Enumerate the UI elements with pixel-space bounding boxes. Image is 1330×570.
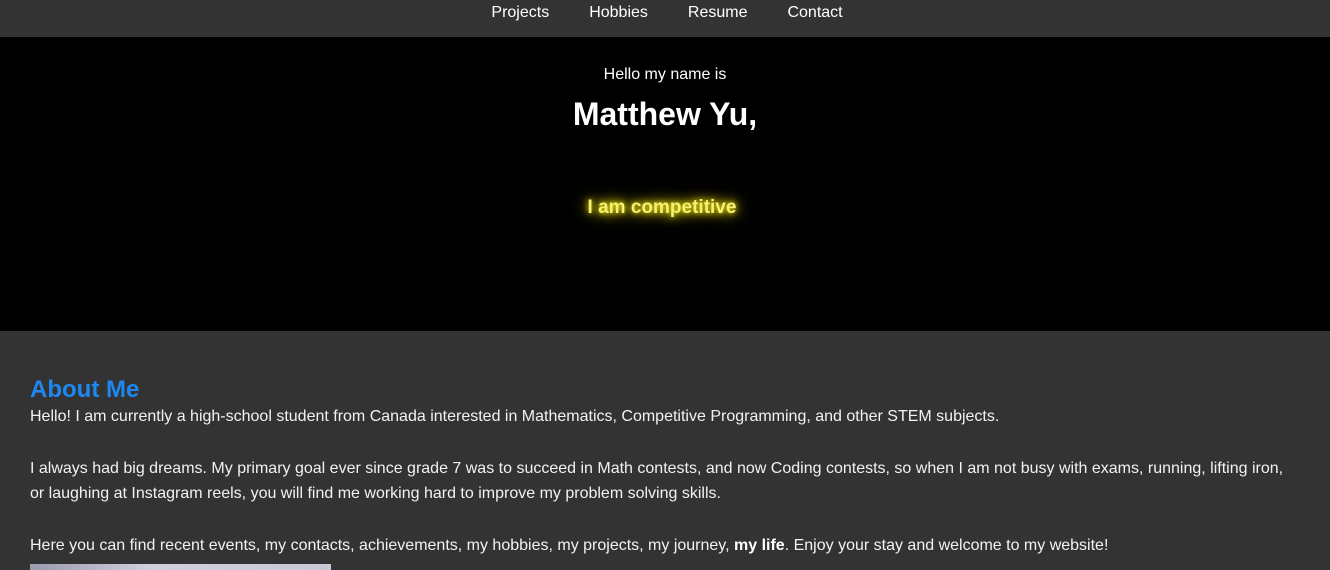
- about-paragraph-dreams: I always had big dreams. My primary goal…: [30, 460, 1284, 502]
- about-heading: About Me: [30, 376, 140, 403]
- top-navigation: Projects Hobbies Resume Contact: [0, 0, 1330, 37]
- welcome-text-bold: my life: [734, 537, 785, 554]
- about-paragraph-intro: Hello! I am currently a high-school stud…: [30, 408, 1000, 425]
- nav-link-contact[interactable]: Contact: [767, 0, 862, 21]
- welcome-text-end: . Enjoy your stay and welcome to my webs…: [784, 537, 1109, 554]
- about-section: About Me Hello! I am currently a high-sc…: [0, 331, 1330, 570]
- about-paragraph-welcome: Here you can find recent events, my cont…: [30, 533, 1300, 558]
- nav-link-hobbies[interactable]: Hobbies: [569, 0, 668, 21]
- welcome-text-start: Here you can find recent events, my cont…: [30, 537, 735, 554]
- nav-link-resume[interactable]: Resume: [668, 0, 768, 21]
- nav-link-projects[interactable]: Projects: [471, 0, 569, 21]
- hero-tagline: I am competitive: [587, 197, 737, 218]
- profile-photo: [30, 564, 331, 570]
- hero-intro-text: Hello my name is: [603, 66, 727, 83]
- hero-section: Hello my name is Matthew Yu, I am compet…: [0, 37, 1330, 331]
- hero-name: Matthew Yu,: [572, 96, 758, 132]
